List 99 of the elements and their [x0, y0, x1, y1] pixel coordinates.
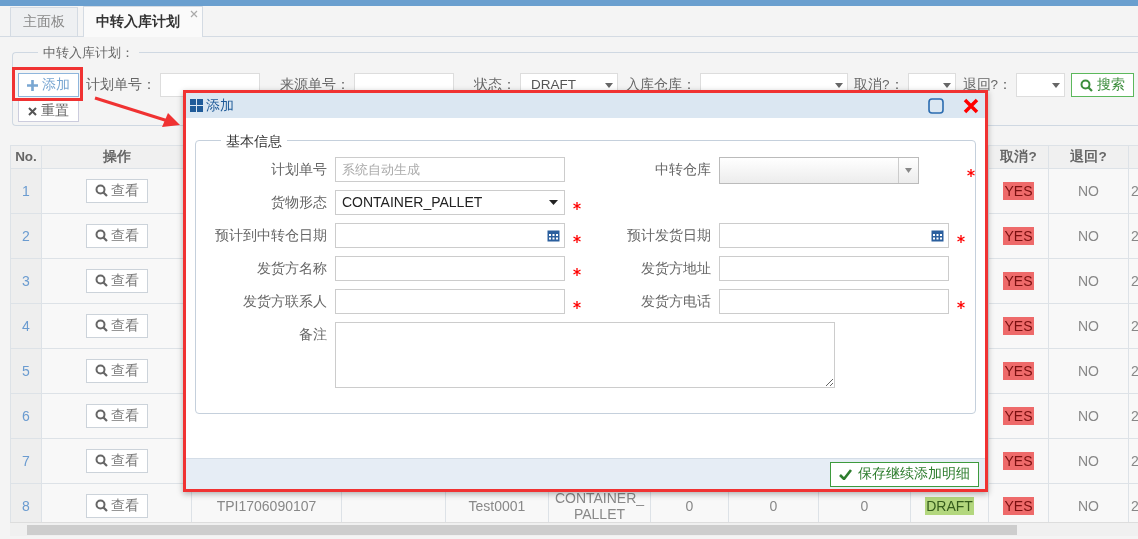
dropdown-arrow-icon	[605, 82, 613, 88]
table-cell: 2	[1128, 438, 1138, 484]
date-field[interactable]	[335, 223, 565, 248]
view-button[interactable]: 查看	[85, 223, 148, 248]
view-button[interactable]: 查看	[85, 358, 148, 383]
maximize-icon[interactable]	[928, 97, 944, 114]
input-field[interactable]	[719, 289, 949, 314]
view-button[interactable]: 查看	[85, 268, 148, 293]
table-cell: NO	[1077, 361, 1100, 380]
dropdown-arrow-icon	[905, 168, 912, 173]
row-number: 4	[10, 303, 42, 349]
status-tag: YES	[1003, 406, 1034, 425]
field-label: 中转仓库	[654, 161, 711, 179]
field-label: 发货方电话	[640, 293, 711, 311]
date-field[interactable]	[719, 223, 949, 248]
field-label: 货物形态	[270, 194, 327, 212]
column-header: 退回?	[1048, 145, 1129, 169]
row-number: 3	[10, 258, 42, 304]
table-cell: 2	[1128, 393, 1138, 439]
status-tag: YES	[1003, 316, 1034, 335]
close-icon[interactable]	[963, 97, 979, 114]
table-cell: 2	[1128, 258, 1138, 304]
search-icon	[94, 319, 108, 333]
input-field[interactable]	[335, 256, 565, 281]
table-cell: 2	[1128, 213, 1138, 259]
view-button[interactable]: 查看	[85, 493, 148, 518]
field-label: 预计到中转仓日期	[214, 227, 327, 245]
search-icon	[94, 409, 108, 423]
dialog-title: 添加	[206, 96, 234, 115]
row-number: 5	[10, 348, 42, 394]
save-button[interactable]: 保存继续添加明细	[830, 461, 979, 487]
field-label: 计划单号	[270, 161, 327, 179]
input-field[interactable]	[335, 289, 565, 314]
highlight-frame	[12, 67, 83, 101]
input-field[interactable]	[719, 256, 949, 281]
status-tag: YES	[1003, 271, 1034, 290]
field-label: 预计发货日期	[626, 227, 711, 245]
search-icon	[94, 364, 108, 378]
combo-box[interactable]	[719, 157, 919, 184]
close-icon	[28, 106, 37, 116]
table-cell: 2	[1128, 348, 1138, 394]
search-icon	[94, 184, 108, 198]
status-tag: YES	[1003, 496, 1034, 515]
table-cell: NO	[1077, 226, 1100, 245]
table-cell: NO	[1077, 181, 1100, 200]
dropdown-arrow-icon	[942, 82, 951, 88]
search-icon	[1080, 78, 1094, 92]
table-cell: NO	[1077, 451, 1100, 470]
column-header: No.	[10, 145, 42, 169]
grid-icon	[190, 99, 203, 112]
row-number: 2	[10, 213, 42, 259]
dropdown-arrow-icon	[549, 200, 558, 205]
view-button[interactable]: 查看	[85, 313, 148, 338]
status-tag: YES	[1003, 451, 1034, 470]
calendar-icon	[547, 229, 560, 242]
table-cell: NO	[1077, 271, 1100, 290]
row-number: 8	[10, 483, 42, 522]
row-number: 1	[10, 168, 42, 214]
add-button[interactable]: 添加	[18, 73, 79, 97]
table-cell: 2	[1128, 168, 1138, 214]
status-tag: YES	[1003, 226, 1034, 245]
tab[interactable]: 中转入库计划	[83, 6, 203, 37]
field-label: 发货方地址	[640, 260, 711, 278]
field-label: 发货方联系人	[242, 293, 327, 311]
row-number: 7	[10, 438, 42, 484]
table-cell: NO	[1077, 316, 1100, 335]
horizontal-scrollbar[interactable]	[10, 522, 1138, 536]
tab[interactable]: 主面板	[10, 7, 78, 36]
field-label: 备注	[298, 326, 327, 344]
view-button[interactable]: 查看	[85, 178, 148, 203]
select-field[interactable]: CONTAINER_PALLET	[335, 190, 565, 215]
input-field[interactable]: 系统自动生成	[335, 157, 565, 182]
search-icon	[94, 229, 108, 243]
remarks-field[interactable]	[335, 322, 835, 388]
calendar-icon	[931, 229, 944, 242]
search-icon	[94, 274, 108, 288]
table-cell: NO	[1077, 406, 1100, 425]
filter-label: 退回?：	[962, 75, 1013, 94]
filter-label: 取消?：	[854, 75, 904, 94]
table-cell: NO	[1077, 496, 1100, 515]
dropdown-arrow-icon	[1052, 82, 1061, 88]
field-label: 发货方名称	[256, 260, 327, 278]
status-tag: DRAFT	[925, 496, 974, 515]
status-tag: YES	[1003, 181, 1034, 200]
view-button[interactable]: 查看	[85, 448, 148, 473]
view-button[interactable]: 查看	[85, 403, 148, 428]
check-icon	[839, 468, 852, 480]
row-number: 6	[10, 393, 42, 439]
plus-icon	[27, 79, 38, 91]
dropdown-arrow-icon	[835, 82, 843, 88]
close-icon[interactable]	[190, 10, 198, 18]
search-icon	[94, 454, 108, 468]
search-button[interactable]: 搜索	[1071, 73, 1135, 97]
status-tag: YES	[1003, 361, 1034, 380]
column-header: 取消?	[988, 145, 1049, 169]
filter-label: 计划单号：	[86, 75, 156, 94]
table-cell: 2	[1128, 303, 1138, 349]
search-icon	[94, 499, 108, 513]
reset-button[interactable]: 重置	[18, 100, 79, 122]
